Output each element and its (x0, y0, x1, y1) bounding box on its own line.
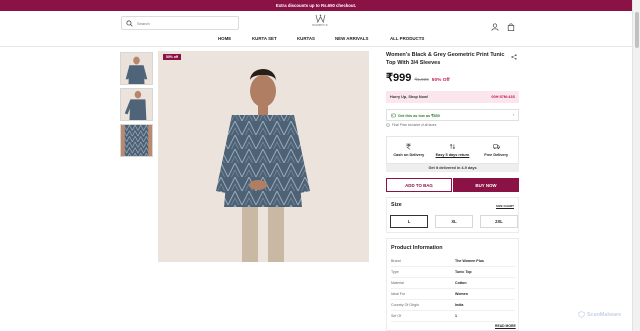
info-key: Type (391, 270, 399, 274)
nav-home[interactable]: HOME (218, 36, 231, 41)
search-bar[interactable] (121, 16, 239, 30)
return-icon (449, 144, 456, 149)
size-option-l[interactable]: L (390, 215, 428, 228)
scrollbar-thumb[interactable] (635, 12, 639, 48)
brand-logo[interactable]: WOMEN'S (305, 14, 335, 32)
info-row: Material Cotton (391, 278, 515, 289)
delivery-estimate: Get it delivered in 4-9 days (386, 164, 519, 172)
main-nav: HOME KURTA SET KURTAS NEW ARRIVALS ALL P… (0, 34, 632, 45)
buy-now-button[interactable]: BUY NOW (453, 178, 519, 192)
offer-label: Get this as low as ₹850 (398, 113, 440, 118)
info-value: 1 (455, 314, 457, 318)
service-return-label[interactable]: Easy 5 days return (436, 153, 470, 157)
nav-divider (0, 46, 632, 47)
info-row: Type Tunic Top (391, 267, 515, 278)
service-free-delivery-label: Free Delivery (484, 153, 509, 157)
countdown-timer: 00H:57M:43S (491, 95, 515, 99)
size-heading: Size (391, 202, 402, 208)
discount-percent: 50% Off (431, 78, 450, 83)
read-more-link[interactable]: READ MORE (495, 324, 516, 328)
truck-icon (492, 144, 500, 150)
logo-text: WOMEN'S (312, 24, 328, 27)
nav-kurtas[interactable]: KURTAS (297, 36, 315, 41)
info-icon (386, 123, 390, 127)
tax-note: Final Price inclusive of all taxes (386, 123, 436, 127)
original-price: ₹1,999 (414, 77, 429, 82)
sale-price: ₹999 (386, 72, 412, 84)
tag-icon (391, 113, 396, 117)
watermark-text: ScanMalware (587, 311, 622, 318)
size-option-2xl[interactable]: 2XL (480, 215, 518, 228)
info-row: Brand The Women Plus (391, 256, 515, 267)
product-info-heading: Product Information (391, 245, 443, 251)
info-row: Set Of 1 (391, 311, 515, 322)
info-value: Women (455, 292, 468, 296)
size-options: L XL 2XL (390, 215, 518, 228)
logo-emblem-icon (315, 14, 325, 23)
announcement-bar: Extra discounts up to Rs.650 checkout. (0, 0, 632, 11)
gallery-thumbnail-1[interactable] (120, 52, 153, 85)
size-selector: Size SIZE CHART L XL 2XL (386, 197, 519, 233)
info-key: Brand (391, 259, 401, 263)
info-value: India (455, 303, 464, 307)
product-information: Product Information Brand The Women Plus … (386, 238, 519, 331)
offer-row[interactable]: Get this as low as ₹850 › (386, 109, 519, 121)
info-value: The Women Plus (455, 259, 484, 263)
service-free-delivery: Free Delivery (474, 137, 518, 163)
chevron-right-icon: › (512, 113, 514, 117)
discount-badge: 50% off (163, 54, 182, 60)
info-row: Country Of Origin India (391, 300, 515, 311)
size-option-xl[interactable]: XL (435, 215, 473, 228)
add-to-bag-button[interactable]: ADD TO BAG (386, 178, 452, 192)
product-title: Women's Black & Grey Geometric Print Tun… (386, 52, 505, 66)
info-row: Ideal For Women (391, 289, 515, 300)
info-key: Set Of (391, 314, 402, 318)
nav-kurta-set[interactable]: KURTA SET (252, 36, 277, 41)
service-return[interactable]: Easy 5 days return (431, 137, 475, 163)
purchase-buttons: ADD TO BAG BUY NOW (386, 178, 519, 192)
gallery-thumbnail-3[interactable] (120, 124, 153, 157)
nav-new-arrivals[interactable]: NEW ARRIVALS (335, 36, 368, 41)
bag-icon[interactable] (507, 18, 515, 31)
price-row: ₹999 ₹1,999 50% Off (386, 71, 450, 84)
gallery-thumbnail-2[interactable] (120, 88, 153, 121)
info-key: Country Of Origin (391, 303, 419, 307)
search-input[interactable] (137, 20, 237, 26)
search-icon (126, 19, 133, 27)
info-value: Cotton (455, 281, 467, 285)
urgency-label: Hurry Up, Shop Now! (390, 95, 429, 99)
watermark: ScanMalware (578, 311, 621, 318)
header-icons (491, 18, 515, 31)
tax-note-text: Final Price inclusive of all taxes (392, 123, 437, 127)
urgency-banner: Hurry Up, Shop Now! 00H:57M:43S (386, 91, 519, 103)
page-scrollbar[interactable] (632, 0, 640, 331)
watermark-shield-icon (578, 311, 585, 318)
service-cod-label: Cash on Delivery (393, 153, 425, 157)
service-highlights: Cash on Delivery Easy 5 days return Free… (386, 136, 519, 164)
size-chart-link[interactable]: SIZE CHART (496, 204, 514, 208)
share-icon[interactable] (511, 54, 517, 60)
info-key: Ideal For (391, 292, 406, 296)
info-value: Tunic Top (455, 270, 472, 274)
rupee-icon (406, 143, 411, 150)
user-icon[interactable] (491, 18, 499, 31)
main-product-image[interactable] (158, 51, 369, 262)
nav-all-products[interactable]: ALL PRODUCTS (390, 36, 424, 41)
info-key: Material (391, 281, 404, 285)
announcement-text: Extra discounts up to Rs.650 checkout. (275, 3, 357, 8)
service-cod: Cash on Delivery (387, 137, 431, 163)
